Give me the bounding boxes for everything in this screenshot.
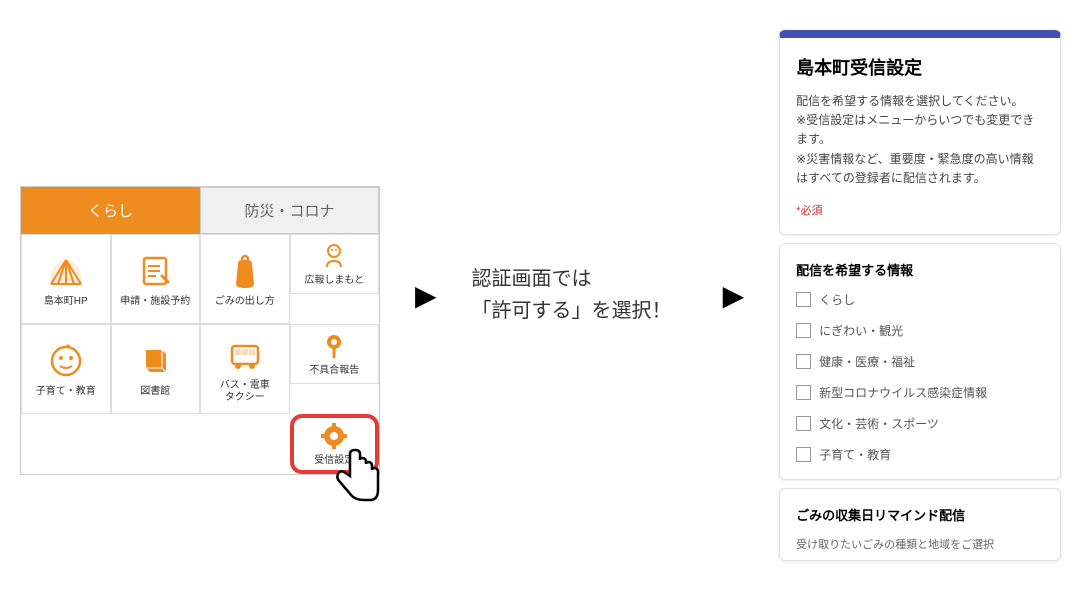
grid-label: 申請・施設予約 [120,296,190,308]
checkbox-tourism[interactable]: にぎわい・観光 [796,322,1044,339]
tab-bar: くらし 防災・コロナ [21,187,379,234]
checkbox-icon [796,323,811,338]
trash-icon [224,250,266,292]
checkbox-icon [796,416,811,431]
grid-item-bus[interactable]: バス・電車 タクシー [200,324,290,414]
app-menu-panel: くらし 防災・コロナ 島本町HP 申請・施設予約 [20,186,380,475]
grid-label: 広報しまもと [304,275,364,287]
grid-item-report[interactable]: 不具合報告 [290,324,380,384]
arrow-right-icon: ▶ [723,279,745,312]
pointer-hand-icon [330,446,385,511]
form-panel: 島本町受信設定 配信を希望する情報を選択してください。 ※受信設定はメニューから… [779,30,1061,561]
checkbox-label: くらし [819,291,855,308]
checkbox-culture[interactable]: 文化・芸術・スポーツ [796,415,1044,432]
grid-item-hp[interactable]: 島本町HP [21,234,111,324]
pin-icon [319,331,349,361]
form-icon [134,250,176,292]
section-title: ごみの収集日リマインド配信 [796,505,1044,524]
grid-item-child[interactable]: 子育て・教育 [21,324,111,414]
form-title: 島本町受信設定 [796,54,1044,80]
grid-item-pr[interactable]: 広報しまもと [290,234,380,294]
section-title: 配信を希望する情報 [796,260,1044,279]
grid-label: 子育て・教育 [36,386,96,398]
book-icon [134,340,176,382]
checkbox-living[interactable]: くらし [796,291,1044,308]
checkbox-icon [796,447,811,462]
grid-item-apply[interactable]: 申請・施設予約 [111,234,201,324]
grid-item-library[interactable]: 図書館 [111,324,201,414]
section-description: 受け取りたいごみの種類と地域をご選択 [796,536,1044,552]
form-header-card: 島本町受信設定 配信を希望する情報を選択してください。 ※受信設定はメニューから… [779,30,1061,235]
grid-label: 不具合報告 [309,365,359,377]
checkbox-label: 新型コロナウイルス感染症情報 [819,384,987,401]
checkbox-icon [796,385,811,400]
instruction-text: 認証画面では 「許可する」を選択！ [472,263,688,327]
checkbox-icon [796,292,811,307]
checkbox-health[interactable]: 健康・医療・福祉 [796,353,1044,370]
grid-label: 図書館 [140,386,170,398]
tab-disaster[interactable]: 防災・コロナ [200,187,379,234]
checkbox-label: にぎわい・観光 [819,322,903,339]
required-label: *必須 [796,202,1044,218]
checkbox-covid[interactable]: 新型コロナウイルス感染症情報 [796,384,1044,401]
checkbox-label: 子育て・教育 [819,446,891,463]
checkbox-label: 文化・芸術・スポーツ [819,415,939,432]
checkbox-list: くらし にぎわい・観光 健康・医療・福祉 新型コロナウイルス感染症情報 文化・芸… [796,291,1044,463]
form-description: 配信を希望する情報を選択してください。 ※受信設定はメニューからいつでも変更でき… [796,92,1044,188]
bus-icon [224,334,266,376]
checkbox-icon [796,354,811,369]
checkbox-label: 健康・医療・福祉 [819,353,915,370]
grid-label: バス・電車 タクシー [220,380,270,404]
form-section-trash: ごみの収集日リマインド配信 受け取りたいごみの種類と地域をご選択 [779,488,1061,561]
grid-item-trash[interactable]: ごみの出し方 [200,234,290,324]
menu-grid: 島本町HP 申請・施設予約 ごみの出し方 [21,234,379,474]
fan-icon [45,250,87,292]
grid-label: ごみの出し方 [215,296,275,308]
grid-label: 島本町HP [44,296,88,308]
baby-icon [45,340,87,382]
checkbox-childedu[interactable]: 子育て・教育 [796,446,1044,463]
arrow-right-icon: ▶ [415,279,437,312]
form-section-preferences: 配信を希望する情報 くらし にぎわい・観光 健康・医療・福祉 新型コロナウイルス… [779,243,1061,480]
tab-living[interactable]: くらし [21,187,200,234]
person-icon [319,241,349,271]
